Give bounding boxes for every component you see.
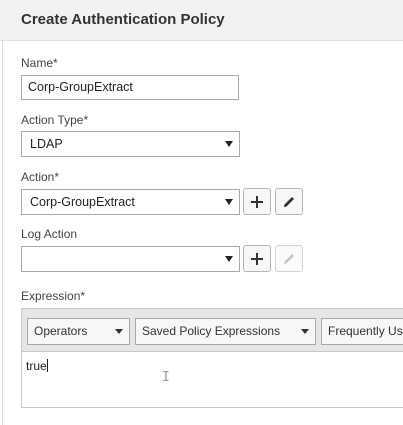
expression-editor[interactable]: Operators Saved Policy Expressions Frequ… bbox=[21, 308, 403, 408]
expression-textarea[interactable]: true bbox=[26, 359, 48, 373]
action-type-label: Action Type* bbox=[21, 113, 89, 127]
pencil-icon bbox=[284, 253, 294, 264]
add-action-button[interactable] bbox=[243, 188, 271, 215]
edit-action-button[interactable] bbox=[275, 188, 303, 215]
action-type-select[interactable]: LDAP bbox=[21, 131, 240, 157]
chevron-down-icon bbox=[225, 199, 233, 205]
dialog-title: Create Authentication Policy bbox=[21, 11, 225, 28]
text-cursor bbox=[46, 359, 48, 372]
chevron-down-icon bbox=[225, 256, 233, 262]
action-value: Corp-GroupExtract bbox=[30, 195, 135, 209]
saved-expressions-dropdown[interactable]: Saved Policy Expressions bbox=[135, 318, 316, 345]
add-log-action-button[interactable] bbox=[243, 245, 271, 272]
name-input-value: Corp-GroupExtract bbox=[28, 80, 133, 94]
expression-label: Expression* bbox=[21, 289, 86, 303]
edit-log-action-button[interactable] bbox=[275, 245, 303, 272]
saved-expressions-label: Saved Policy Expressions bbox=[142, 324, 281, 338]
plus-icon bbox=[251, 252, 263, 265]
chevron-down-icon bbox=[115, 329, 123, 334]
log-action-select[interactable] bbox=[21, 246, 240, 272]
operators-label: Operators bbox=[34, 324, 88, 338]
name-input[interactable]: Corp-GroupExtract bbox=[21, 75, 239, 100]
frequent-expressions-dropdown[interactable]: Frequently Used Expressions bbox=[321, 318, 403, 345]
action-label: Action* bbox=[21, 170, 60, 184]
expression-value: true bbox=[26, 359, 47, 373]
ibeam-cursor-icon: I bbox=[162, 370, 170, 385]
operators-dropdown[interactable]: Operators bbox=[27, 318, 130, 345]
action-type-value: LDAP bbox=[30, 137, 63, 151]
action-select[interactable]: Corp-GroupExtract bbox=[21, 189, 240, 215]
plus-icon bbox=[251, 195, 263, 208]
dialog-header: Create Authentication Policy bbox=[0, 0, 403, 41]
chevron-down-icon bbox=[225, 141, 233, 147]
log-action-label: Log Action bbox=[21, 227, 78, 241]
expression-toolbar: Operators Saved Policy Expressions Frequ… bbox=[22, 309, 403, 352]
pencil-icon bbox=[284, 196, 294, 207]
frequent-expressions-label: Frequently Used Expressions bbox=[328, 324, 403, 338]
chevron-down-icon bbox=[301, 329, 309, 334]
name-label: Name* bbox=[21, 56, 58, 70]
